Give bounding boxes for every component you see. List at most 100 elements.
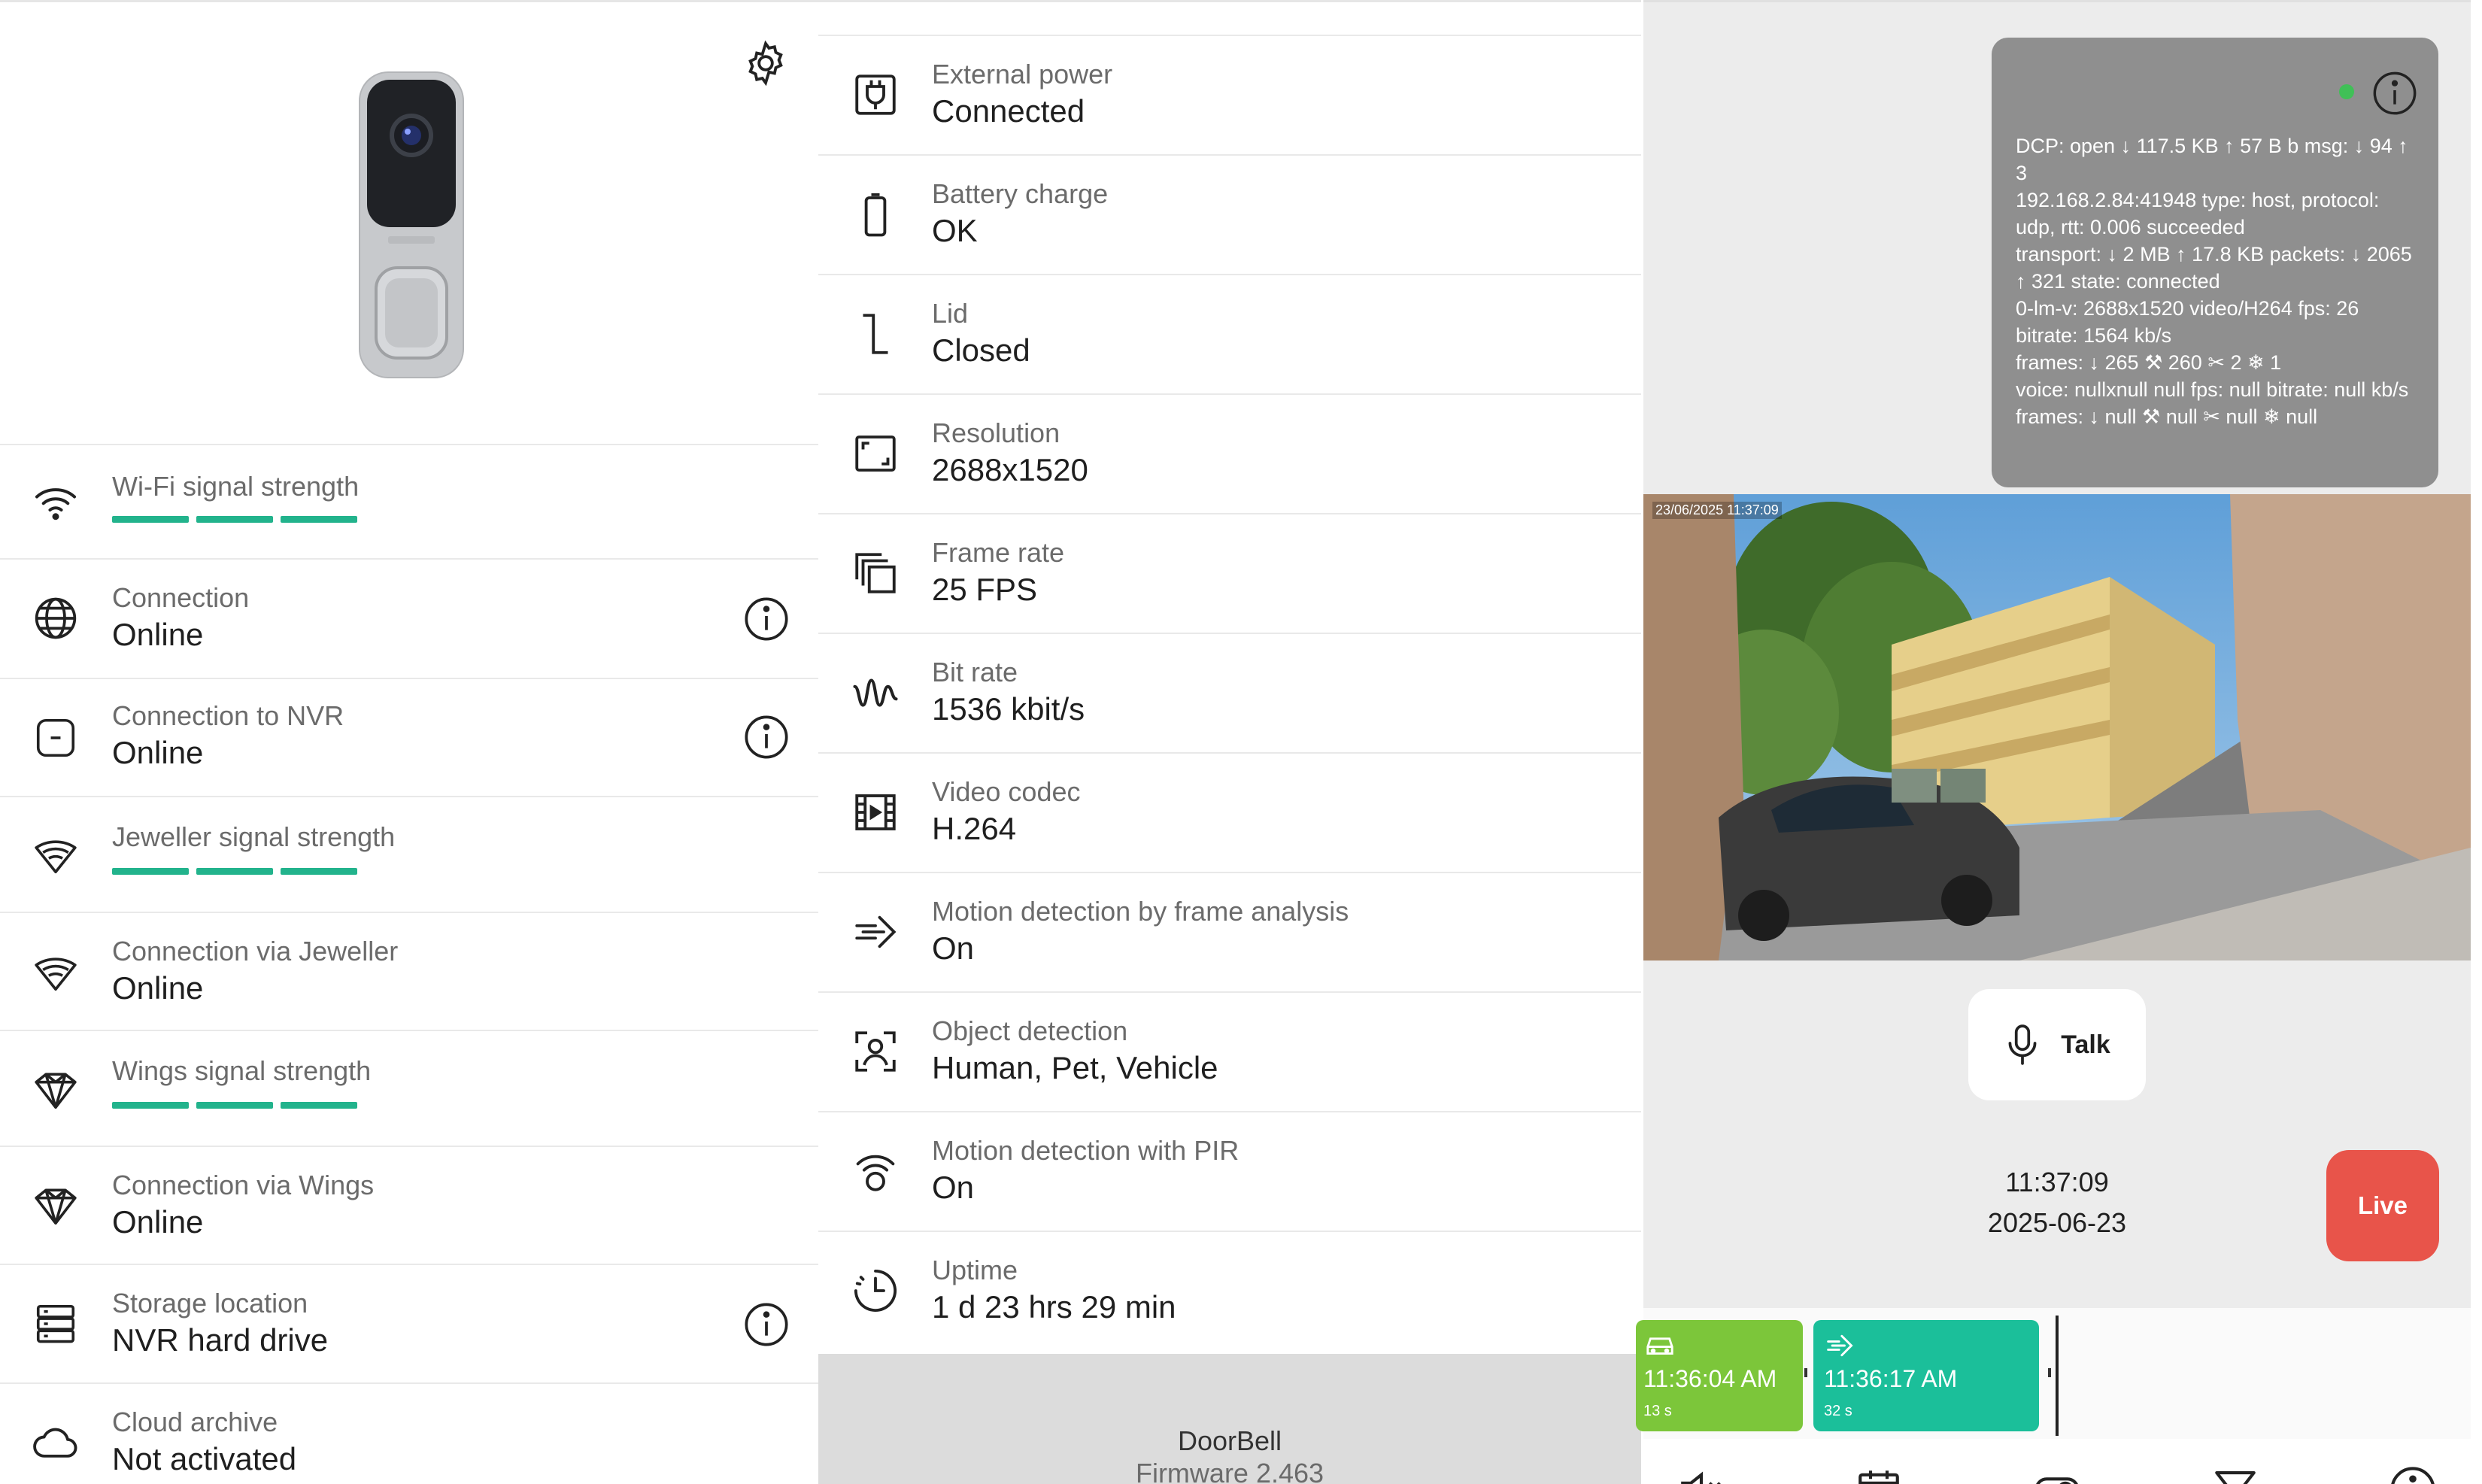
talk-label: Talk [2061, 1030, 2110, 1059]
stats-line: voice: nullxnull null fps: null bitrate:… [2016, 378, 2409, 401]
live-view-panel: DCP: open ↓ 117.5 KB ↑ 57 B b msg: ↓ 94 … [1636, 0, 2471, 1484]
device-header [0, 2, 818, 445]
pir-value: On [932, 1170, 975, 1205]
stats-line: frames: ↓ 265 ⚒ 260 ✂ 2 ❄ 1 [2016, 351, 2282, 374]
motion-frame-label: Motion detection by frame analysis [932, 896, 1349, 927]
resolution-icon [845, 423, 906, 484]
cloud-archive-value: Not activated [112, 1441, 297, 1476]
info-icon [745, 597, 788, 641]
event-duration: 32 s [1824, 1403, 1852, 1419]
jeweller-signal-row[interactable]: Jeweller signal strength [0, 797, 818, 913]
connection-status-dot [2339, 84, 2354, 99]
film-icon [845, 782, 906, 842]
wings-signal-row[interactable]: Wings signal strength [0, 1031, 818, 1147]
pir-icon [845, 1141, 906, 1201]
wifi-signal-row[interactable]: Wi-Fi signal strength [0, 445, 818, 560]
battery-row: Battery charge OK [818, 156, 1641, 275]
filter-icon [2215, 1470, 2256, 1484]
resolution-value: 2688x1520 [932, 452, 1088, 487]
connection-label: Connection [112, 582, 250, 613]
connection-row[interactable]: Connection Online [0, 560, 818, 679]
event-time: 11:36:17 AM [1824, 1365, 1958, 1392]
car-icon [1646, 1337, 1673, 1355]
nvr-connection-label: Connection to NVR [112, 700, 344, 731]
cloud-icon [27, 1414, 84, 1471]
object-detection-value: Human, Pet, Vehicle [932, 1050, 1218, 1085]
storage-icon [27, 1295, 84, 1352]
external-power-label: External power [932, 59, 1113, 90]
timeline-playhead[interactable] [2056, 1316, 2059, 1436]
wings-signal-bars [112, 1102, 357, 1109]
firmware-version: Firmware 2.463 [1135, 1458, 1324, 1484]
jeweller-icon [27, 943, 84, 1000]
live-button[interactable]: Live [2326, 1150, 2439, 1261]
microphone-icon [2008, 1024, 2037, 1065]
storage-location-row[interactable]: Storage location NVR hard drive [0, 1265, 818, 1384]
storage-location-value: NVR hard drive [112, 1322, 329, 1358]
info-icon [2373, 71, 2417, 115]
gear-icon [748, 40, 783, 86]
frame-rate-icon [845, 543, 906, 603]
cloud-archive-label: Cloud archive [112, 1407, 278, 1437]
stats-line: frames: ↓ null ⚒ null ✂ null ❄ null [2016, 405, 2318, 428]
timeline-tick [1804, 1368, 1807, 1377]
wings-connection-row[interactable]: Connection via Wings Online [0, 1147, 818, 1265]
wings-icon [27, 1061, 84, 1118]
object-detection-label: Object detection [932, 1015, 1128, 1046]
stats-info-button[interactable] [2369, 68, 2420, 119]
event-duration: 13 s [1643, 1403, 1672, 1419]
uptime-label: Uptime [932, 1255, 1018, 1285]
mute-icon [1681, 1471, 1721, 1484]
mute-button[interactable] [1675, 1464, 1728, 1484]
external-power-row: External power Connected [818, 36, 1641, 156]
timeline-event[interactable]: 11:36:17 AM 32 s [1813, 1320, 2039, 1431]
wifi-signal-label: Wi-Fi signal strength [112, 471, 360, 502]
motion-frame-row: Motion detection by frame analysis On [818, 873, 1641, 993]
live-video-feed[interactable]: 23/06/2025 11:37:09 [1643, 494, 2471, 961]
video-codec-row: Video codec H.264 [818, 754, 1641, 873]
frame-rate-value: 25 FPS [932, 572, 1038, 607]
nvr-connection-row[interactable]: Connection to NVR Online [0, 679, 818, 797]
storage-info-button[interactable] [742, 1300, 791, 1349]
jeweller-signal-bars [112, 868, 357, 875]
wings-connection-label: Connection via Wings [112, 1170, 375, 1200]
nvr-info-button[interactable] [742, 712, 791, 762]
device-footer: DoorBell Firmware 2.463 Device ID 0005 4… [818, 1354, 1641, 1484]
stats-line: 192.168.2.84:41948 type: host, protocol:… [2016, 189, 2380, 238]
pir-label: Motion detection with PIR [932, 1135, 1239, 1166]
calendar-button[interactable] [1852, 1464, 1905, 1484]
more-button[interactable] [2386, 1464, 2439, 1484]
talk-button[interactable]: Talk [1968, 989, 2146, 1100]
jeweller-connection-row[interactable]: Connection via Jeweller Online [0, 913, 818, 1031]
resolution-label: Resolution [932, 417, 1060, 448]
filter-button[interactable] [2209, 1464, 2262, 1484]
info-icon [745, 715, 788, 759]
video-codec-value: H.264 [932, 811, 1017, 846]
device-name: DoorBell [1177, 1425, 1282, 1456]
calendar-icon [1858, 1470, 1899, 1484]
timeline-event[interactable]: 11:36:04 AM 13 s [1636, 1320, 1803, 1431]
external-power-value: Connected [932, 93, 1085, 129]
jeweller-icon [27, 826, 84, 883]
cloud-archive-row[interactable]: Cloud archive Not activated [0, 1384, 818, 1484]
wifi-signal-bars [112, 516, 357, 523]
wings-icon [27, 1177, 84, 1234]
jeweller-connection-label: Connection via Jeweller [112, 936, 399, 967]
toggle-icon [2036, 1477, 2078, 1484]
video-codec-label: Video codec [932, 776, 1081, 807]
connection-info-button[interactable] [742, 594, 791, 644]
lid-label: Lid [932, 298, 969, 329]
wings-connection-value: Online [112, 1204, 204, 1240]
device-info-panel: Wi-Fi signal strength Connection Online … [0, 0, 818, 1484]
settings-gear-button[interactable] [739, 36, 793, 90]
device-specs-panel: External power Connected Battery charge … [818, 0, 1641, 1484]
nvr-icon [27, 709, 84, 766]
event-timeline[interactable]: 11:36:04 AM 13 s 11:36:17 AM 32 s [1636, 1308, 2471, 1439]
jeweller-signal-label: Jeweller signal strength [112, 821, 396, 852]
motion-frame-value: On [932, 930, 975, 966]
toggle-button[interactable] [2031, 1464, 2083, 1484]
motion-icon [1827, 1334, 1853, 1357]
lid-icon [845, 304, 906, 364]
list-top-spacer [818, 0, 1641, 36]
bottom-toolbar [1643, 1439, 2471, 1484]
